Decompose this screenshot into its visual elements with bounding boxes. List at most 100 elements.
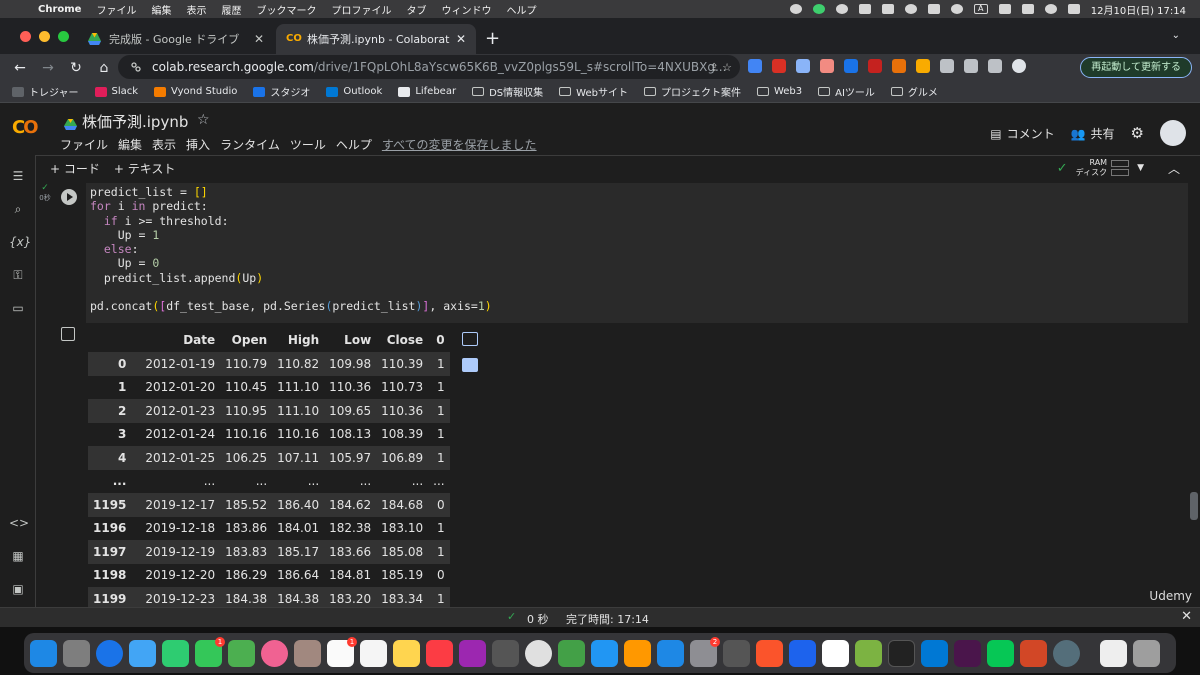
wifi-icon[interactable] <box>1021 4 1034 14</box>
menubar-item-bookmarks[interactable]: ブックマーク <box>256 2 316 17</box>
music-icon[interactable] <box>426 639 453 667</box>
back-icon[interactable]: ← <box>12 60 28 76</box>
airdrop-icon[interactable] <box>927 4 940 14</box>
star-icon[interactable]: ☆ <box>197 112 210 128</box>
run-cell-button[interactable] <box>61 189 77 205</box>
safari-icon[interactable] <box>96 639 123 667</box>
pages-icon[interactable] <box>624 639 651 667</box>
menu-view[interactable]: 表示 <box>152 136 176 153</box>
add-code-button[interactable]: + コード <box>50 160 100 177</box>
menu-tools[interactable]: ツール <box>290 136 326 153</box>
bookmark-outlook[interactable]: Outlook <box>326 86 382 97</box>
powerpoint-icon[interactable] <box>1020 639 1047 667</box>
menubar-item-edit[interactable]: 編集 <box>151 2 171 17</box>
clock-icon[interactable] <box>904 4 917 14</box>
contacts-icon[interactable] <box>294 639 321 667</box>
document-stack-icon[interactable] <box>1100 639 1127 667</box>
metamask-icon[interactable] <box>892 59 906 73</box>
colab-logo-icon[interactable]: CO <box>12 117 39 138</box>
tab-colab[interactable]: CO 株価予測.ipynb - Colaboratory ✕ <box>276 24 476 54</box>
share-button[interactable]: 👥 共有 <box>1071 125 1115 142</box>
side-panel-icon[interactable] <box>988 59 1002 73</box>
podcasts-icon[interactable] <box>459 639 486 667</box>
system-settings-icon[interactable]: 2 <box>690 636 720 667</box>
pencil-app-icon[interactable] <box>855 639 882 667</box>
drive-status-icon[interactable] <box>881 4 894 14</box>
extension-icon[interactable] <box>796 59 810 73</box>
profile-avatar[interactable] <box>1012 59 1026 73</box>
menubar-item-file[interactable]: ファイル <box>96 2 136 17</box>
forward-icon[interactable]: → <box>40 60 56 76</box>
menu-file[interactable]: ファイル <box>60 136 108 153</box>
reload-icon[interactable]: ↻ <box>68 60 84 76</box>
launchpad-icon[interactable] <box>63 639 90 667</box>
photos-icon[interactable] <box>261 639 288 667</box>
preview-icon[interactable] <box>1053 639 1080 667</box>
line-status-icon[interactable] <box>812 4 825 14</box>
output-redirect-icon[interactable] <box>61 327 75 341</box>
line-app-icon[interactable] <box>987 639 1014 667</box>
bookmark-folder-website[interactable]: Webサイト <box>559 84 628 99</box>
chrome-icon[interactable] <box>525 639 552 667</box>
vscode-icon[interactable] <box>921 639 948 667</box>
docker-icon[interactable] <box>789 639 816 667</box>
code-cell[interactable]: ✓ 0秒 predict_list = [] for i in predict:… <box>36 183 1188 323</box>
menu-help[interactable]: ヘルプ <box>336 136 372 153</box>
site-info-icon[interactable] <box>130 61 142 73</box>
extension-icon[interactable] <box>916 59 930 73</box>
add-text-button[interactable]: + テキスト <box>114 160 176 177</box>
terminal-app-icon[interactable] <box>888 639 915 667</box>
extension-icon[interactable] <box>820 59 834 73</box>
chart-suggestion-icon[interactable] <box>462 358 478 372</box>
minimize-window-button[interactable] <box>39 31 50 42</box>
secrets-key-icon[interactable]: ⚿ <box>9 268 27 284</box>
tab-google-drive[interactable]: 完成版 - Google ドライブ ✕ <box>78 24 274 54</box>
record-icon[interactable] <box>789 4 802 14</box>
chevron-up-icon[interactable]: ︿ <box>1168 160 1180 177</box>
close-status-icon[interactable]: ✕ <box>1181 609 1192 624</box>
account-avatar[interactable] <box>1160 120 1186 146</box>
url-field[interactable]: colab.research.google.com /drive/1FQpLOh… <box>118 55 740 79</box>
menu-insert[interactable]: 挿入 <box>186 136 210 153</box>
bookmark-vyond[interactable]: Vyond Studio <box>154 86 237 97</box>
creative-cloud-icon[interactable] <box>835 4 848 14</box>
menubar-item-help[interactable]: ヘルプ <box>506 2 536 17</box>
brave-icon[interactable] <box>756 639 783 667</box>
menubar-item-tab[interactable]: タブ <box>406 2 426 17</box>
finder-icon[interactable] <box>30 639 57 667</box>
bookmark-folder-web3[interactable]: Web3 <box>756 86 802 97</box>
close-window-button[interactable] <box>20 31 31 42</box>
battery-icon[interactable] <box>998 4 1011 14</box>
interactive-table-icon[interactable] <box>462 332 478 346</box>
extension-icon[interactable] <box>844 59 858 73</box>
terminal-icon[interactable]: ▣ <box>9 582 27 598</box>
menubar-item-history[interactable]: 履歴 <box>221 2 241 17</box>
menubar-item-view[interactable]: 表示 <box>186 2 206 17</box>
search-icon[interactable]: ⌕ <box>9 202 27 218</box>
menu-edit[interactable]: 編集 <box>118 136 142 153</box>
zoom-window-button[interactable] <box>58 31 69 42</box>
slack-app-icon[interactable] <box>954 639 981 667</box>
spotlight-icon[interactable] <box>1044 4 1057 14</box>
notebook-title[interactable]: 株価予測.ipynb <box>82 111 188 132</box>
table-of-contents-icon[interactable]: ☰ <box>9 169 27 185</box>
reminders-icon[interactable] <box>360 639 387 667</box>
chevron-down-icon[interactable]: ▼ <box>1137 163 1144 173</box>
bookmark-treasure[interactable]: トレジャー <box>12 84 79 99</box>
home-icon[interactable]: ⌂ <box>96 60 112 76</box>
bookmark-folder-project[interactable]: プロジェクト案件 <box>643 84 741 99</box>
menubar-item-profile[interactable]: プロファイル <box>331 2 391 17</box>
extension-icon[interactable] <box>868 59 882 73</box>
calendar-icon[interactable]: 1 <box>327 636 357 667</box>
menubar-datetime[interactable]: 12月10日(日) 17:14 <box>1091 2 1186 17</box>
extensions-puzzle-icon[interactable] <box>940 59 954 73</box>
menu-runtime[interactable]: ランタイム <box>220 136 280 153</box>
mail-icon[interactable] <box>129 639 156 667</box>
help-icon[interactable] <box>492 639 519 667</box>
download-icon[interactable] <box>964 59 978 73</box>
bookmark-folder-gourmet[interactable]: グルメ <box>890 84 938 99</box>
notebook-scrollbar[interactable] <box>1190 492 1198 520</box>
restart-update-button[interactable]: 再起動して更新する <box>1080 57 1192 78</box>
notion-icon[interactable] <box>822 639 849 667</box>
numbers-icon[interactable] <box>558 639 585 667</box>
